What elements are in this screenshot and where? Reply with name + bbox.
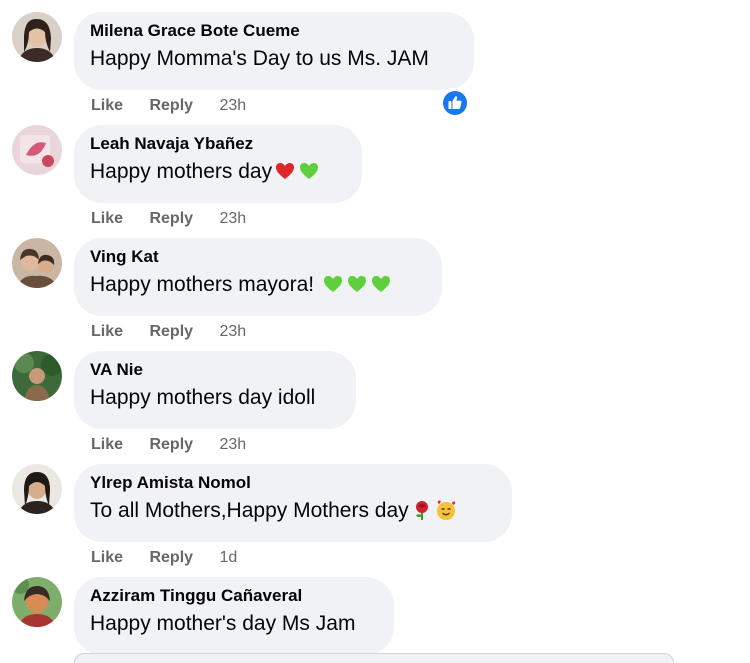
comment-text-value: To all Mothers,Happy Mothers day <box>90 499 409 522</box>
comment-author[interactable]: Ving Kat <box>90 246 426 268</box>
comment-author[interactable]: Milena Grace Bote Cueme <box>90 20 458 42</box>
comment-timestamp[interactable]: 23h <box>220 210 247 227</box>
reply-button[interactable]: Reply <box>149 323 193 340</box>
red-heart-emoji <box>274 160 296 182</box>
like-button[interactable]: Like <box>91 436 123 453</box>
comment-author[interactable]: Azziram Tinggu Cañaveral <box>90 585 378 607</box>
comment-timestamp[interactable]: 23h <box>220 97 247 114</box>
like-button[interactable]: Like <box>91 97 123 114</box>
avatar[interactable] <box>12 464 62 514</box>
comment-bubble: Ylrep Amista Nomol To all Mothers,Happy … <box>74 464 512 542</box>
like-button[interactable]: Like <box>91 549 123 566</box>
comment-bubble: Azziram Tinggu Cañaveral Happy mother's … <box>74 577 394 655</box>
reply-button[interactable]: Reply <box>149 549 193 566</box>
reply-button[interactable]: Reply <box>149 210 193 227</box>
comment-list: Milena Grace Bote Cueme Happy Momma's Da… <box>0 0 750 663</box>
comment-text: Happy Momma's Day to us Ms. JAM <box>90 47 429 70</box>
comment-text-value: Happy mothers day <box>90 160 273 183</box>
reply-button[interactable]: Reply <box>149 436 193 453</box>
comment-text: Happy mother's day Ms Jam <box>90 612 356 635</box>
comment-timestamp[interactable]: 1d <box>220 549 238 566</box>
comment-text: Happy mothers day idoll <box>90 386 316 409</box>
like-button[interactable]: Like <box>91 323 123 340</box>
comment-bubble: VA Nie Happy mothers day idoll <box>74 351 356 429</box>
comment-actions: Like Reply 23h <box>91 322 246 342</box>
green-heart-emoji <box>370 273 392 295</box>
avatar[interactable] <box>12 125 62 175</box>
comment-timestamp[interactable]: 23h <box>220 323 247 340</box>
avatar[interactable] <box>12 577 62 627</box>
comment-bubble: Ving Kat Happy mothers mayora! <box>74 238 442 316</box>
comment-text-value: Happy mothers mayora! <box>90 273 315 296</box>
avatar[interactable] <box>12 12 62 62</box>
reply-button[interactable]: Reply <box>149 97 193 114</box>
green-heart-emoji <box>322 273 344 295</box>
rose-emoji <box>411 499 433 521</box>
comment-timestamp[interactable]: 23h <box>220 436 247 453</box>
comment-actions: Like Reply 1d <box>91 548 237 568</box>
comment-input-edge[interactable] <box>74 653 674 663</box>
avatar[interactable] <box>12 351 62 401</box>
like-icon[interactable] <box>440 88 470 118</box>
comment-actions: Like Reply 23h <box>91 209 246 229</box>
comment-bubble: Milena Grace Bote Cueme Happy Momma's Da… <box>74 12 474 90</box>
comment-text: Happy mothers mayora! <box>90 268 426 302</box>
green-heart-emoji <box>346 273 368 295</box>
comment-author[interactable]: VA Nie <box>90 359 340 381</box>
green-heart-emoji <box>298 160 320 182</box>
comment-actions: Like Reply 23h <box>91 96 246 116</box>
comment-author[interactable]: Leah Navaja Ybañez <box>90 133 346 155</box>
comment-text: To all Mothers,Happy Mothers day <box>90 494 496 528</box>
comment-actions: Like Reply 23h <box>91 435 246 455</box>
avatar[interactable] <box>12 238 62 288</box>
comment-author[interactable]: Ylrep Amista Nomol <box>90 472 496 494</box>
smiling-hearts-emoji <box>435 499 457 521</box>
like-button[interactable]: Like <box>91 210 123 227</box>
comment-bubble: Leah Navaja Ybañez Happy mothers day <box>74 125 362 203</box>
comment-text: Happy mothers day <box>90 155 346 189</box>
